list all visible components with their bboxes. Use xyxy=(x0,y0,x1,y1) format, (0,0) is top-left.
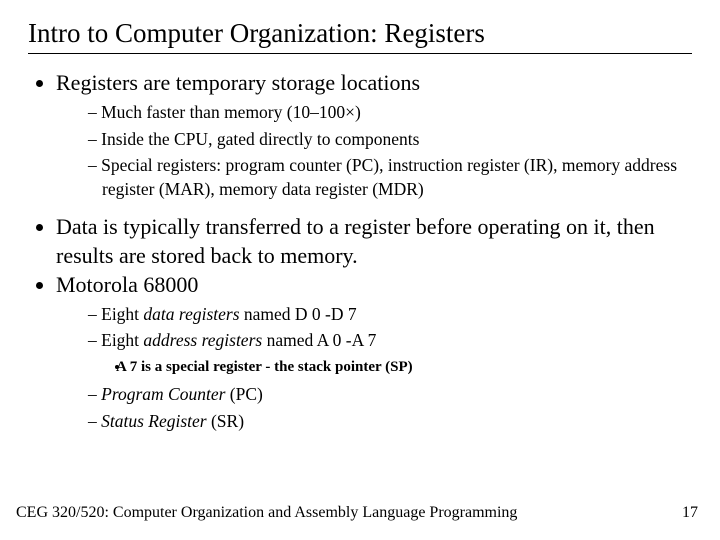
sub-item: Eight address registers named A 0 -A 7 A… xyxy=(88,329,692,377)
sub-list: Eight data registers named D 0 -D 7 Eigh… xyxy=(56,303,692,434)
bullet-text: Registers are temporary storage location… xyxy=(56,70,420,95)
bullet-item: Registers are temporary storage location… xyxy=(56,68,692,202)
emph-text: Status Register xyxy=(101,411,206,431)
text: (SR) xyxy=(207,411,244,431)
bullet-item: Motorola 68000 Eight data registers name… xyxy=(56,270,692,434)
sub-sub-list: A 7 is a special register - the stack po… xyxy=(102,357,692,377)
bullet-list: Registers are temporary storage location… xyxy=(28,68,692,433)
text: Eight xyxy=(101,330,143,350)
sub-item: Eight data registers named D 0 -D 7 xyxy=(88,303,692,327)
slide-title: Intro to Computer Organization: Register… xyxy=(28,18,692,49)
sub-item: Special registers: program counter (PC),… xyxy=(88,154,692,201)
emph-text: address registers xyxy=(143,330,262,350)
emph-text: data registers xyxy=(143,304,239,324)
sub-item: Inside the CPU, gated directly to compon… xyxy=(88,128,692,152)
text: Eight xyxy=(101,304,143,324)
sub-sub-item: A 7 is a special register - the stack po… xyxy=(130,357,692,377)
text: named D 0 -D 7 xyxy=(240,304,357,324)
text: named A 0 -A 7 xyxy=(262,330,376,350)
footer-course: CEG 320/520: Computer Organization and A… xyxy=(16,504,517,522)
page-number: 17 xyxy=(682,504,698,522)
bullet-text: Motorola 68000 xyxy=(56,272,198,297)
sub-item: Much faster than memory (10–100×) xyxy=(88,101,692,125)
sub-item: Status Register (SR) xyxy=(88,410,692,434)
footer: CEG 320/520: Computer Organization and A… xyxy=(16,504,698,522)
bullet-item: Data is typically transferred to a regis… xyxy=(56,212,692,270)
emph-text: Program Counter xyxy=(101,384,225,404)
sub-item: Program Counter (PC) xyxy=(88,383,692,407)
sub-list: Much faster than memory (10–100×) Inside… xyxy=(56,101,692,202)
text: (PC) xyxy=(225,384,262,404)
title-rule xyxy=(28,53,692,54)
